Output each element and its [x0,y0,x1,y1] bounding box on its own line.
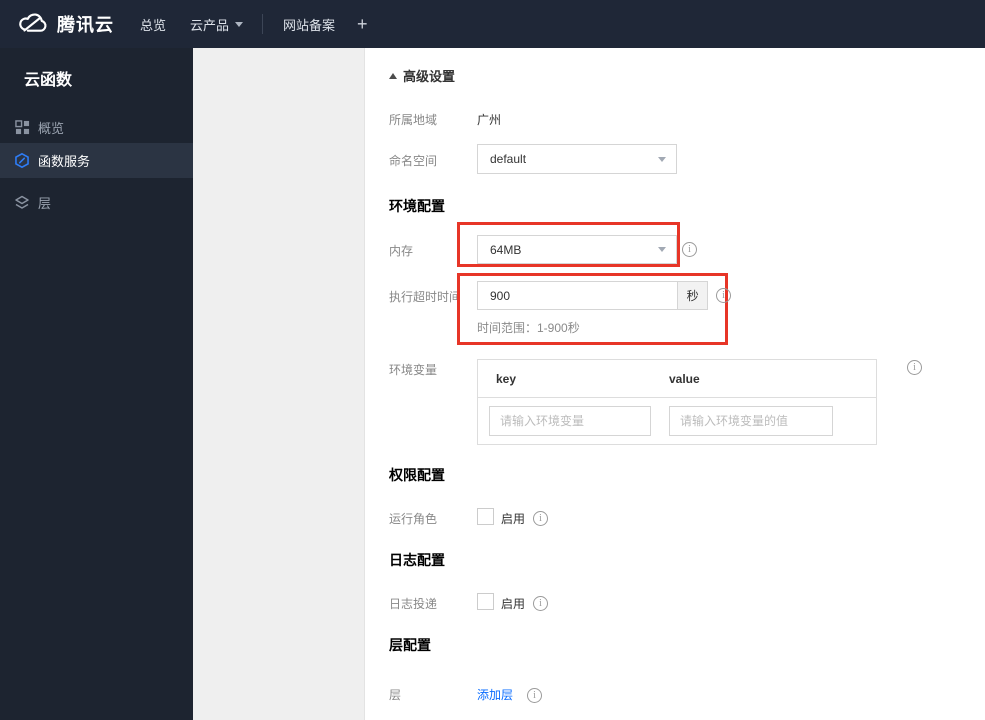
env-key-column-header: key [496,372,517,386]
env-vars-table-header: key value [478,360,876,398]
namespace-select[interactable]: default [477,144,677,174]
section-permission-config: 权限配置 [389,467,445,483]
add-layer-link[interactable]: 添加层 [477,686,513,703]
log-delivery-info-icon[interactable] [533,596,548,611]
layer-info-icon[interactable] [527,688,542,703]
timeout-unit-suffix: 秒 [677,282,707,309]
log-delivery-enable-label: 启用 [501,597,526,611]
env-key-input[interactable] [489,406,651,436]
tencent-cloud-logo[interactable]: 腾讯云 [16,0,114,48]
env-value-input[interactable] [669,406,833,436]
cloud-logo-icon [16,9,48,40]
sidebar: 云函数 概览 函数服务 层 [0,48,193,720]
chevron-down-icon [235,21,244,27]
namespace-label: 命名空间 [389,154,438,168]
collapse-triangle-icon [389,72,397,79]
run-role-label: 运行角色 [389,512,438,526]
timeout-info-icon[interactable] [716,288,731,303]
namespace-selected-value: default [490,152,527,166]
topnav-products-label: 云产品 [190,17,230,33]
topnav-cloud-products[interactable]: 云产品 [190,0,244,48]
plus-icon: + [357,13,368,34]
region-value: 广州 [477,113,502,127]
topnav-website-beian[interactable]: 网站备案 [283,0,335,48]
memory-label: 内存 [389,244,414,258]
topbar-divider [262,14,263,34]
function-hexagon-icon [14,152,30,169]
topnav-overview[interactable]: 总览 [140,0,166,48]
log-delivery-label: 日志投递 [389,597,438,611]
layer-label: 层 [389,688,402,702]
topbar: 腾讯云 总览 云产品 网站备案 + [0,0,985,48]
region-label: 所属地域 [389,113,438,127]
env-vars-info-icon[interactable] [907,360,922,375]
env-vars-table-row [478,398,876,445]
sidebar-item-label: 函数服务 [38,154,91,169]
timeout-input[interactable] [478,282,678,309]
log-delivery-enable-checkbox[interactable] [477,593,494,610]
section-layer-config: 层配置 [389,637,431,653]
advanced-settings-form: 高级设置 所属地域 广州 命名空间 default 环境配置 内存 64MB 执… [365,48,985,720]
sidebar-product-title: 云函数 [24,72,73,89]
sidebar-item-label: 概览 [38,121,65,136]
section-log-config: 日志配置 [389,552,445,568]
env-value-column-header: value [669,372,700,386]
sidebar-item-label: 层 [38,196,52,211]
advanced-settings-label: 高级设置 [403,69,456,84]
sidebar-item-overview[interactable]: 概览 [0,110,193,145]
env-vars-label: 环境变量 [389,363,438,377]
topnav-overview-label: 总览 [140,17,167,33]
layers-icon [14,195,30,211]
brand-name: 腾讯云 [57,15,114,35]
run-role-enable-checkbox[interactable] [477,508,494,525]
timeout-label: 执行超时时间 [389,290,462,304]
timeout-range-hint: 时间范围：1-900秒 [477,321,580,335]
secondary-panel [193,48,365,720]
chevron-down-icon [658,156,666,162]
timeout-input-group: 秒 [477,281,708,310]
section-environment-config: 环境配置 [389,198,445,214]
env-vars-table: key value [477,359,877,445]
sidebar-item-layers[interactable]: 层 [0,185,193,220]
memory-select[interactable]: 64MB [477,235,677,264]
grid-icon [14,120,30,136]
run-role-info-icon[interactable] [533,511,548,526]
memory-info-icon[interactable] [682,242,697,257]
run-role-enable-label: 启用 [501,512,526,526]
topnav-beian-label: 网站备案 [283,17,336,33]
memory-selected-value: 64MB [490,242,522,257]
chevron-down-icon [658,247,666,252]
sidebar-item-function-service[interactable]: 函数服务 [0,143,193,178]
advanced-settings-toggle[interactable]: 高级设置 [389,66,455,85]
topnav-add-tab-button[interactable]: + [357,0,368,48]
